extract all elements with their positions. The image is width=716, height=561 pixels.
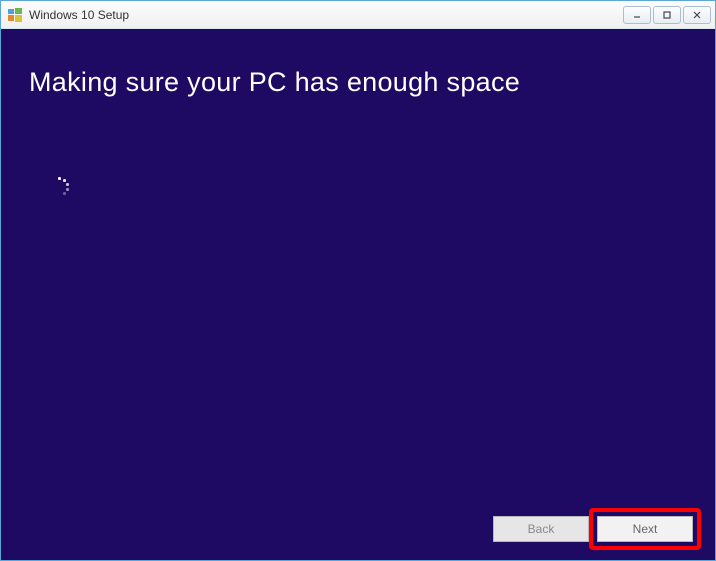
next-button[interactable]: Next [597,516,693,542]
window-controls [623,6,711,24]
titlebar: Windows 10 Setup [1,1,715,29]
footer-buttons: Back Next [493,516,693,542]
back-button[interactable]: Back [493,516,589,542]
loading-spinner-icon [49,177,69,197]
minimize-button[interactable] [623,6,651,24]
page-heading: Making sure your PC has enough space [29,67,687,98]
maximize-button[interactable] [653,6,681,24]
close-button[interactable] [683,6,711,24]
content-area: Making sure your PC has enough space Bac… [1,29,715,560]
app-icon [7,7,23,23]
window-title: Windows 10 Setup [29,8,623,22]
setup-window: Windows 10 Setup Making sure your PC has… [0,0,716,561]
